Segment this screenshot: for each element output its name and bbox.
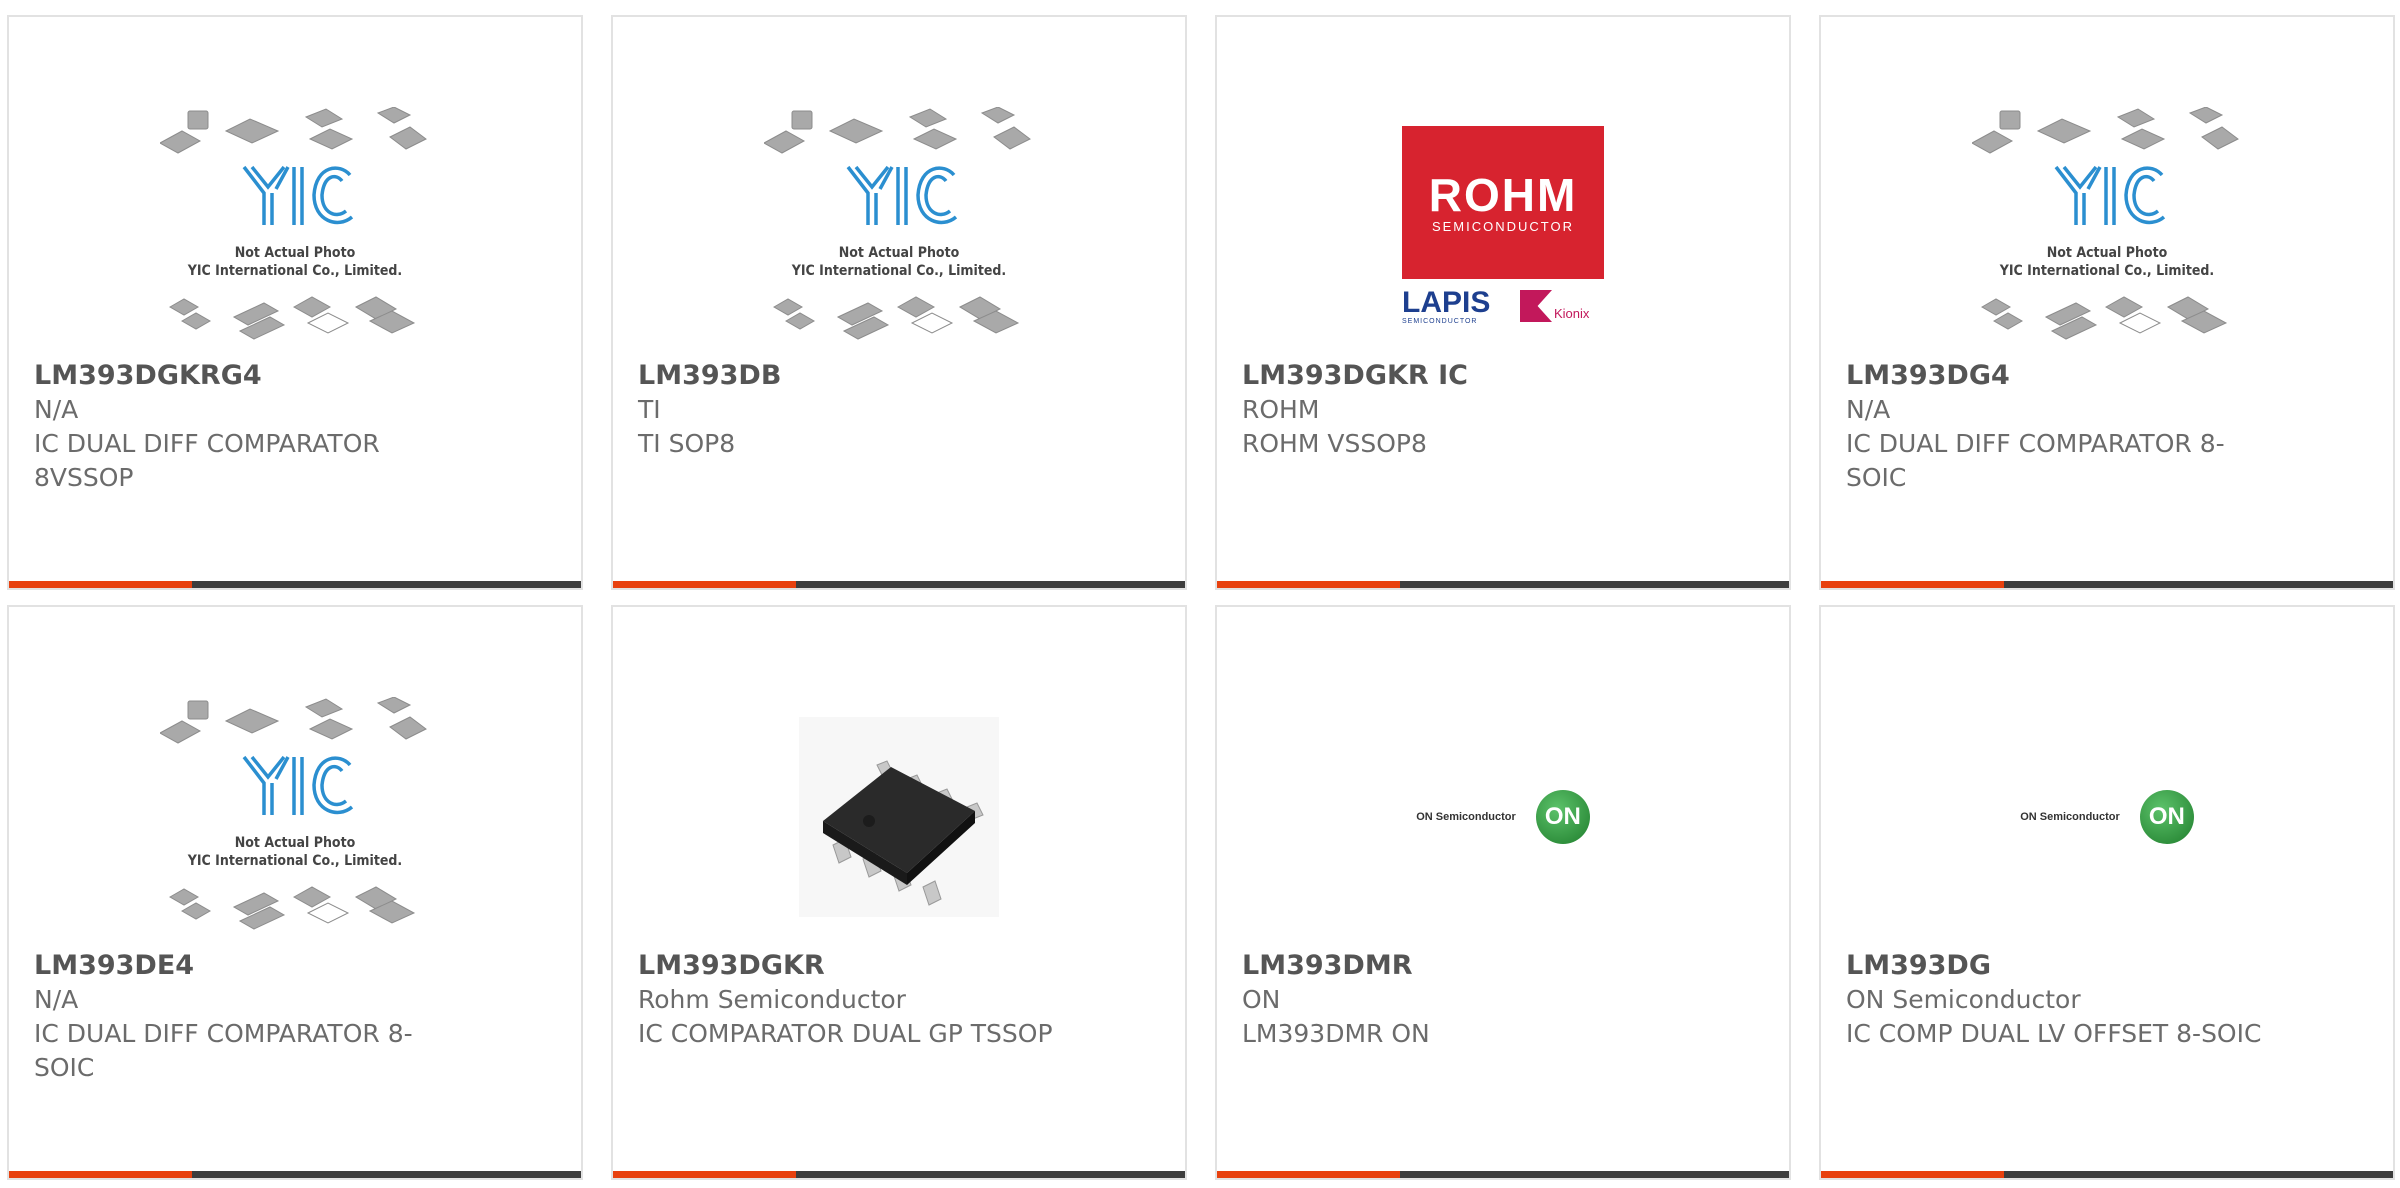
product-info: LM393DB TI TI SOP8 [638, 359, 1058, 461]
on-semi-text: ON Semiconductor [2020, 811, 2120, 823]
description: TI SOP8 [638, 429, 736, 458]
product-image[interactable]: Not Actual Photo YIC International Co., … [9, 675, 581, 959]
yic-placeholder-image: Not Actual Photo YIC International Co., … [160, 107, 427, 340]
product-card-3[interactable]: ROHM SEMICONDUCTOR LAPIS SEMICONDUCTOR K… [1215, 15, 1791, 590]
yic-logo-icon [242, 755, 354, 815]
description: IC DUAL DIFF COMPARATOR 8-SOIC [34, 1019, 413, 1082]
description: LM393DMR ON [1242, 1019, 1430, 1048]
lapis-text: LAPIS [1402, 286, 1491, 319]
product-card-4[interactable]: Not Actual Photo YIC International Co., … [1819, 15, 2395, 590]
yic-logo-icon [2054, 165, 2166, 225]
part-number[interactable]: LM393DGKRG4 [34, 359, 454, 393]
kionix-text: Kionix [1554, 306, 1590, 321]
description: IC COMPARATOR DUAL GP TSSOP [638, 1019, 1053, 1048]
manufacturer: ON [1242, 985, 1281, 1014]
product-card-1[interactable]: Not Actual Photo YIC International Co., … [7, 15, 583, 590]
product-image[interactable]: Not Actual Photo YIC International Co., … [9, 85, 581, 369]
manufacturer: ON Semiconductor [1846, 985, 2081, 1014]
yic-placeholder-image: Not Actual Photo YIC International Co., … [160, 697, 427, 930]
part-number[interactable]: LM393DG [1846, 949, 2266, 983]
rohm-logo-image: ROHM SEMICONDUCTOR LAPIS SEMICONDUCTOR K… [1402, 126, 1604, 328]
yic-placeholder-image: Not Actual Photo YIC International Co., … [1972, 107, 2239, 340]
description: IC DUAL DIFF COMPARATOR 8-SOIC [1846, 429, 2225, 492]
card-accent-bar [1821, 581, 2004, 588]
yic-caption-line1: Not Actual Photo [839, 245, 960, 261]
card-bottom-bar [1217, 581, 1789, 588]
yic-caption-line1: Not Actual Photo [235, 835, 356, 851]
product-info: LM393DGKR IC ROHM ROHM VSSOP8 [1242, 359, 1662, 461]
product-image[interactable]: ROHM SEMICONDUCTOR LAPIS SEMICONDUCTOR K… [1217, 85, 1789, 369]
on-badge-icon: ON [2139, 790, 2194, 844]
yic-logo-icon [242, 165, 354, 225]
lapis-sub-text: SEMICONDUCTOR [1402, 318, 1478, 325]
product-info: LM393DGKRG4 N/A IC DUAL DIFF COMPARATOR … [34, 359, 454, 495]
part-number[interactable]: LM393DB [638, 359, 1058, 393]
manufacturer: N/A [1846, 395, 1891, 424]
card-bottom-bar [1821, 1171, 2393, 1178]
manufacturer: N/A [34, 395, 79, 424]
yic-caption-line1: Not Actual Photo [2047, 245, 2168, 261]
on-badge-icon: ON [1535, 790, 1590, 844]
on-badge-text: ON [1544, 803, 1581, 830]
yic-caption-line2: YIC International Co., Limited. [187, 853, 402, 869]
card-accent-bar [613, 1171, 796, 1178]
product-image[interactable]: ON Semiconductor ON [1217, 675, 1789, 959]
product-image[interactable]: Not Actual Photo YIC International Co., … [613, 85, 1185, 369]
product-image[interactable] [613, 675, 1185, 959]
card-bottom-bar [9, 581, 581, 588]
card-accent-bar [9, 1171, 192, 1178]
product-card-5[interactable]: Not Actual Photo YIC International Co., … [7, 605, 583, 1180]
description: ROHM VSSOP8 [1242, 429, 1427, 458]
product-card-2[interactable]: Not Actual Photo YIC International Co., … [611, 15, 1187, 590]
product-info: LM393DE4 N/A IC DUAL DIFF COMPARATOR 8-S… [34, 949, 454, 1085]
description: IC DUAL DIFF COMPARATOR 8VSSOP [34, 429, 380, 492]
product-image[interactable]: Not Actual Photo YIC International Co., … [1821, 85, 2393, 369]
rohm-sub-text: SEMICONDUCTOR [1431, 219, 1575, 234]
manufacturer: ROHM [1242, 395, 1320, 424]
card-accent-bar [1821, 1171, 2004, 1178]
yic-caption-line2: YIC International Co., Limited. [791, 263, 1006, 279]
manufacturer: TI [638, 395, 661, 424]
product-grid: Not Actual Photo YIC International Co., … [7, 15, 2400, 1188]
card-bottom-bar [1821, 581, 2393, 588]
part-number[interactable]: LM393DE4 [34, 949, 454, 983]
manufacturer: Rohm Semiconductor [638, 985, 906, 1014]
yic-caption-line2: YIC International Co., Limited. [187, 263, 402, 279]
product-card-8[interactable]: ON Semiconductor ON LM393DG ON Semicondu… [1819, 605, 2395, 1180]
product-info: LM393DG ON Semiconductor IC COMP DUAL LV… [1846, 949, 2266, 1051]
on-badge-text: ON [2148, 803, 2185, 830]
card-bottom-bar [9, 1171, 581, 1178]
on-semi-logo-image: ON Semiconductor ON [2020, 790, 2194, 844]
card-bottom-bar [613, 1171, 1185, 1178]
part-number[interactable]: LM393DG4 [1846, 359, 2266, 393]
rohm-brand-text: ROHM [1428, 169, 1578, 221]
card-bottom-bar [1217, 1171, 1789, 1178]
description: IC COMP DUAL LV OFFSET 8-SOIC [1846, 1019, 2262, 1048]
card-accent-bar [9, 581, 192, 588]
product-info: LM393DGKR Rohm Semiconductor IC COMPARAT… [638, 949, 1058, 1051]
product-info: LM393DG4 N/A IC DUAL DIFF COMPARATOR 8-S… [1846, 359, 2266, 495]
card-accent-bar [1217, 581, 1400, 588]
kionix-mark-icon [1520, 290, 1552, 322]
yic-logo-icon [846, 165, 958, 225]
part-number[interactable]: LM393DMR [1242, 949, 1662, 983]
product-image[interactable]: ON Semiconductor ON [1821, 675, 2393, 959]
chip-photo-image [799, 717, 999, 917]
product-card-7[interactable]: ON Semiconductor ON LM393DMR ON LM393DMR… [1215, 605, 1791, 1180]
yic-caption-line2: YIC International Co., Limited. [1999, 263, 2214, 279]
on-semi-logo-image: ON Semiconductor ON [1416, 790, 1590, 844]
card-accent-bar [613, 581, 796, 588]
on-semi-text: ON Semiconductor [1416, 811, 1516, 823]
part-number[interactable]: LM393DGKR [638, 949, 1058, 983]
yic-caption-line1: Not Actual Photo [235, 245, 356, 261]
product-card-6[interactable]: LM393DGKR Rohm Semiconductor IC COMPARAT… [611, 605, 1187, 1180]
part-number[interactable]: LM393DGKR IC [1242, 359, 1662, 393]
manufacturer: N/A [34, 985, 79, 1014]
card-bottom-bar [613, 581, 1185, 588]
card-accent-bar [1217, 1171, 1400, 1178]
yic-placeholder-image: Not Actual Photo YIC International Co., … [764, 107, 1031, 340]
product-info: LM393DMR ON LM393DMR ON [1242, 949, 1662, 1051]
